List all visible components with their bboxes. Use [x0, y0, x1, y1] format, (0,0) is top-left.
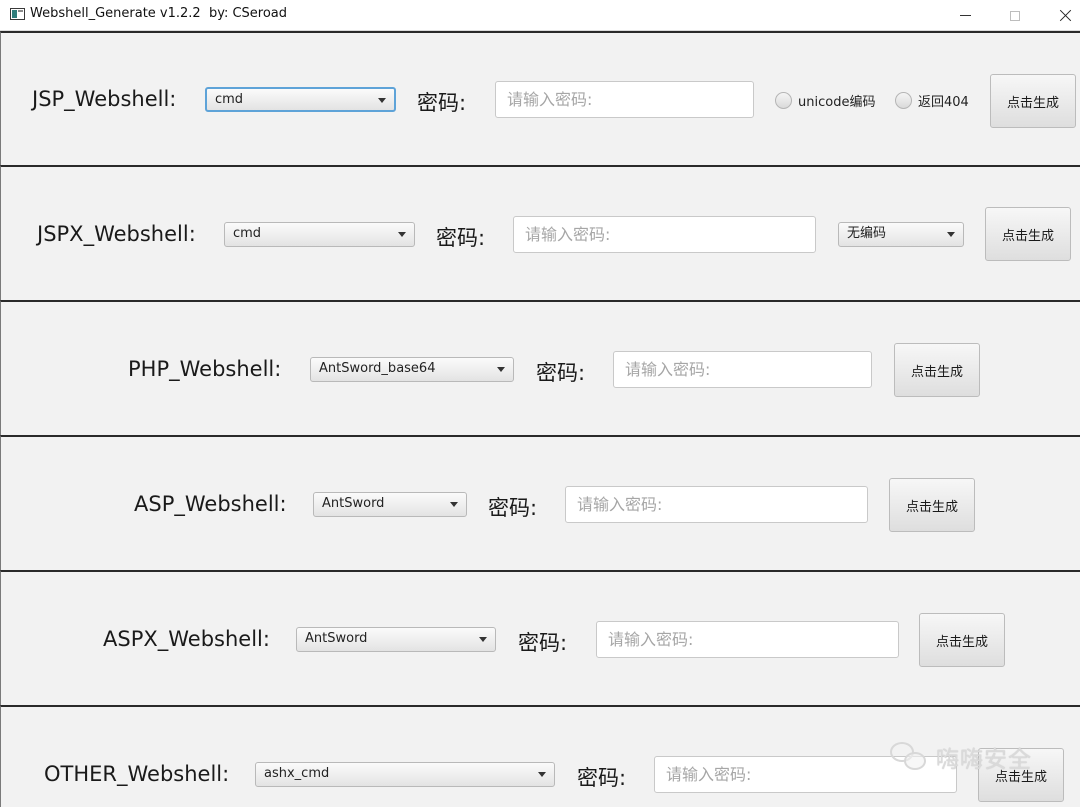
jsp-password-label: 密码:: [417, 91, 467, 115]
aspx-generate-button[interactable]: 点击生成: [919, 613, 1005, 667]
php-generate-button[interactable]: 点击生成: [894, 343, 980, 397]
jspx-section: JSPX_Webshell: cmd 密码: 无编码 点击生成: [0, 165, 1080, 301]
close-button[interactable]: [1042, 0, 1080, 31]
jsp-unicode-label: unicode编码: [798, 95, 876, 110]
chevron-down-icon: [450, 502, 458, 507]
title-bar: Webshell_Generate v1.2.2 by: CSeroad: [0, 0, 1080, 31]
minimize-icon: [959, 15, 971, 16]
close-icon: [1059, 9, 1072, 22]
jspx-encoding-value: 无编码: [847, 226, 887, 241]
aspx-password-label: 密码:: [518, 631, 568, 655]
jsp-type-value: cmd: [215, 92, 244, 107]
maximize-button[interactable]: [992, 0, 1038, 31]
asp-label: ASP_Webshell:: [134, 492, 287, 516]
jspx-label: JSPX_Webshell:: [37, 222, 196, 246]
asp-type-select[interactable]: AntSword: [313, 492, 467, 517]
jsp-return404-label: 返回404: [918, 95, 969, 110]
app-icon: [10, 8, 25, 20]
chevron-down-icon: [398, 232, 406, 237]
chevron-down-icon: [497, 367, 505, 372]
watermark: 嗨嗨安全: [890, 740, 1032, 774]
aspx-type-value: AntSword: [305, 631, 368, 646]
php-type-value: AntSword_base64: [319, 361, 436, 376]
window-title: Webshell_Generate v1.2.2 by: CSeroad: [30, 6, 288, 21]
aspx-label: ASPX_Webshell:: [103, 627, 270, 651]
php-type-select[interactable]: AntSword_base64: [310, 357, 514, 382]
radio-circle-icon: [895, 92, 912, 109]
other-password-label: 密码:: [577, 766, 627, 790]
jspx-generate-button[interactable]: 点击生成: [985, 207, 1071, 261]
aspx-password-input[interactable]: [596, 621, 899, 658]
jsp-generate-button[interactable]: 点击生成: [990, 74, 1076, 128]
other-type-value: ashx_cmd: [264, 766, 330, 781]
jsp-label: JSP_Webshell:: [32, 87, 177, 111]
asp-password-input[interactable]: [565, 486, 868, 523]
asp-generate-button[interactable]: 点击生成: [889, 478, 975, 532]
wechat-icon: [890, 740, 930, 774]
jsp-password-input[interactable]: [495, 81, 754, 118]
jspx-encoding-select[interactable]: 无编码: [838, 222, 964, 247]
jsp-type-select[interactable]: cmd: [205, 87, 396, 112]
other-type-select[interactable]: ashx_cmd: [255, 762, 555, 787]
jspx-password-input[interactable]: [513, 216, 816, 253]
php-password-input[interactable]: [613, 351, 872, 388]
php-password-label: 密码:: [536, 361, 586, 385]
watermark-text: 嗨嗨安全: [936, 747, 1032, 773]
php-label: PHP_Webshell:: [128, 357, 282, 381]
jsp-unicode-radio[interactable]: unicode编码: [775, 91, 875, 110]
php-section: PHP_Webshell: AntSword_base64 密码: 点击生成: [0, 300, 1080, 436]
asp-section: ASP_Webshell: AntSword 密码: 点击生成: [0, 435, 1080, 571]
chevron-down-icon: [378, 98, 386, 103]
app-window: Webshell_Generate v1.2.2 by: CSeroad JSP…: [0, 0, 1080, 807]
chevron-down-icon: [538, 772, 546, 777]
jspx-type-select[interactable]: cmd: [224, 222, 415, 247]
minimize-button[interactable]: [942, 0, 988, 31]
asp-password-label: 密码:: [488, 496, 538, 520]
jsp-section: JSP_Webshell: cmd 密码: unicode编码 返回404 点击…: [0, 31, 1080, 167]
jsp-return404-radio[interactable]: 返回404: [895, 91, 969, 110]
radio-circle-icon: [775, 92, 792, 109]
aspx-type-select[interactable]: AntSword: [296, 627, 496, 652]
chevron-down-icon: [947, 232, 955, 237]
aspx-section: ASPX_Webshell: AntSword 密码: 点击生成: [0, 570, 1080, 706]
maximize-icon: [1010, 10, 1020, 21]
other-label: OTHER_Webshell:: [44, 762, 230, 786]
chevron-down-icon: [479, 637, 487, 642]
asp-type-value: AntSword: [322, 496, 385, 511]
jspx-type-value: cmd: [233, 226, 262, 241]
jspx-password-label: 密码:: [436, 226, 486, 250]
